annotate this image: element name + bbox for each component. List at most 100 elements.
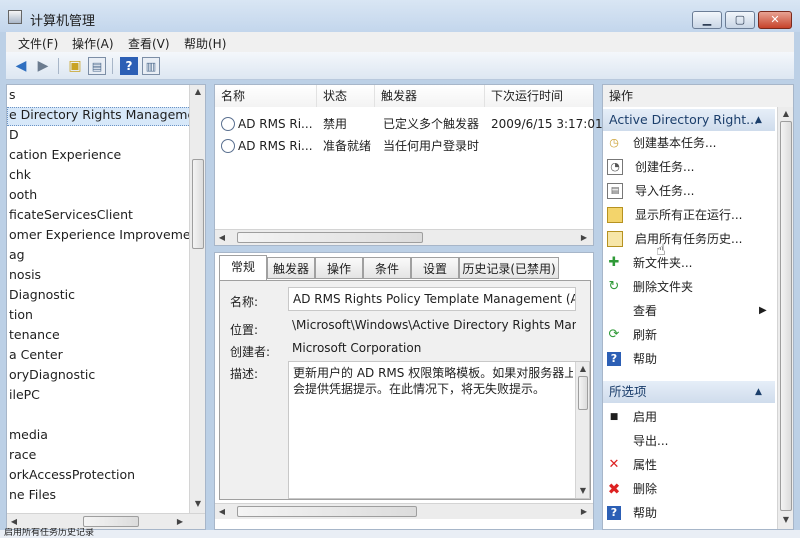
action-view[interactable]: 查看 ▶ bbox=[607, 299, 775, 323]
scroll-thumb[interactable] bbox=[192, 159, 204, 249]
tree-item[interactable]: Diagnostic bbox=[9, 285, 75, 305]
action-refresh[interactable]: ⟳ 刷新 bbox=[607, 323, 775, 347]
tree-item[interactable]: race bbox=[9, 445, 36, 465]
action-delete-folder[interactable]: ↻ 删除文件夹 bbox=[607, 275, 775, 299]
tree-item[interactable]: nosis bbox=[9, 265, 41, 285]
action-properties[interactable]: ✕ 属性 bbox=[607, 453, 775, 477]
description-field[interactable]: 更新用户的 AD RMS 权限策略模板。如果对服务器上模 会提供凭据提示。在此情… bbox=[288, 361, 590, 499]
show-hide-action-pane-icon[interactable]: ▥ bbox=[142, 57, 160, 75]
maximize-button[interactable]: ▢ bbox=[725, 11, 755, 29]
action-new-folder[interactable]: ✚ 新文件夹... bbox=[607, 251, 775, 275]
action-import-task[interactable]: ▤ 导入任务... bbox=[607, 179, 775, 203]
scroll-thumb[interactable] bbox=[83, 516, 139, 527]
tree-item-selected[interactable]: e Directory Rights Managemen bbox=[9, 105, 203, 125]
tree-vertical-scrollbar[interactable]: ▲ ▼ bbox=[189, 85, 205, 513]
scroll-thumb[interactable] bbox=[578, 376, 588, 410]
tree-item[interactable]: media bbox=[9, 425, 48, 445]
action-help-selected[interactable]: ? 帮助 bbox=[607, 501, 775, 525]
column-header-next-run[interactable]: 下次运行时间 bbox=[485, 85, 593, 107]
tab-conditions[interactable]: 条件 bbox=[363, 257, 411, 279]
section-title: Active Directory Right... bbox=[609, 112, 759, 127]
column-header-name[interactable]: 名称 bbox=[215, 85, 317, 107]
tab-history[interactable]: 历史记录(已禁用) bbox=[459, 257, 559, 279]
tab-actions[interactable]: 操作 bbox=[315, 257, 363, 279]
forward-arrow-icon[interactable]: ▶ bbox=[34, 57, 52, 75]
tree-item[interactable]: ag bbox=[9, 245, 25, 265]
scroll-up-icon[interactable]: ▲ bbox=[190, 87, 205, 96]
tree-item[interactable]: D bbox=[9, 125, 19, 145]
tree-item[interactable]: ficateServicesClient bbox=[9, 205, 133, 225]
scroll-right-icon[interactable]: ▶ bbox=[579, 233, 589, 242]
tree-item[interactable]: ilePC bbox=[9, 385, 40, 405]
list-horizontal-scrollbar[interactable]: ◀ ▶ bbox=[215, 229, 593, 245]
scroll-right-icon[interactable]: ▶ bbox=[579, 507, 589, 516]
tree-item[interactable]: chk bbox=[9, 165, 31, 185]
action-enable-history[interactable]: 启用所有任务历史... bbox=[607, 227, 775, 251]
actions-section-folder[interactable]: Active Directory Right... ▲ bbox=[603, 109, 775, 131]
task-list: 名称 状态 触发器 下次运行时间 AD RMS Ri... 禁用 已定义多个触发… bbox=[214, 84, 603, 246]
scroll-left-icon[interactable]: ◀ bbox=[217, 233, 227, 242]
tree-item[interactable]: oryDiagnostic bbox=[9, 365, 95, 385]
help-icon: ? bbox=[607, 351, 621, 366]
scroll-right-icon[interactable]: ▶ bbox=[175, 517, 185, 526]
up-folder-icon[interactable]: ▣ bbox=[66, 57, 84, 75]
action-create-basic-task[interactable]: ◷ 创建基本任务... bbox=[607, 131, 775, 155]
menu-action[interactable]: 操作(A) bbox=[72, 35, 114, 52]
scroll-thumb[interactable] bbox=[237, 232, 423, 243]
scroll-left-icon[interactable]: ◀ bbox=[9, 517, 19, 526]
tab-general[interactable]: 常规 bbox=[219, 255, 267, 281]
task-clock-icon bbox=[221, 116, 235, 131]
tree-item[interactable]: tion bbox=[9, 305, 33, 325]
action-export[interactable]: 导出... bbox=[607, 429, 775, 453]
menu-help[interactable]: 帮助(H) bbox=[184, 35, 226, 52]
collapse-icon[interactable]: ▲ bbox=[755, 381, 762, 403]
show-hide-tree-icon[interactable]: ▤ bbox=[88, 57, 106, 75]
tree-item[interactable]: ooth bbox=[9, 185, 37, 205]
scroll-left-icon[interactable]: ◀ bbox=[217, 507, 227, 516]
column-header-trigger[interactable]: 触发器 bbox=[375, 85, 485, 107]
tree-horizontal-scrollbar[interactable]: ◀ ▶ bbox=[7, 513, 205, 529]
action-create-task[interactable]: ◔ 创建任务... bbox=[607, 155, 775, 179]
menu-file[interactable]: 文件(F) bbox=[18, 35, 58, 52]
column-header-status[interactable]: 状态 bbox=[317, 85, 375, 107]
scroll-up-icon[interactable]: ▲ bbox=[778, 109, 794, 118]
task-next-run: 2009/6/15 3:17:01 bbox=[491, 117, 603, 131]
action-delete[interactable]: ✖ 删除 bbox=[607, 477, 775, 501]
name-field[interactable]: AD RMS Rights Policy Template Management… bbox=[288, 287, 576, 311]
menu-view[interactable]: 查看(V) bbox=[128, 35, 170, 52]
task-clock-icon bbox=[221, 138, 235, 153]
table-row[interactable]: AD RMS Ri... 禁用 已定义多个触发器 2009/6/15 3:17:… bbox=[215, 113, 603, 135]
action-enable[interactable]: ■ 启用 bbox=[607, 405, 775, 429]
details-horizontal-scrollbar[interactable]: ◀ ▶ bbox=[215, 503, 593, 519]
tree-item[interactable]: orkAccessProtection bbox=[9, 465, 135, 485]
help-icon[interactable]: ? bbox=[120, 57, 138, 75]
scroll-down-icon[interactable]: ▼ bbox=[190, 499, 205, 508]
submenu-arrow-icon: ▶ bbox=[759, 305, 767, 316]
scroll-thumb[interactable] bbox=[780, 121, 792, 511]
scroll-up-icon[interactable]: ▲ bbox=[576, 364, 590, 373]
actions-vertical-scrollbar[interactable]: ▲ ▼ bbox=[777, 107, 793, 529]
tree-item[interactable]: s bbox=[9, 85, 16, 105]
scroll-thumb[interactable] bbox=[237, 506, 417, 517]
table-row[interactable]: AD RMS Ri... 准备就绪 当任何用户登录时 bbox=[215, 135, 577, 157]
tab-triggers[interactable]: 触发器 bbox=[267, 257, 315, 279]
actions-section-selected[interactable]: 所选项 ▲ bbox=[603, 381, 775, 403]
tree-item[interactable]: ne Files bbox=[9, 485, 56, 505]
tree-item[interactable]: tenance bbox=[9, 325, 60, 345]
scroll-down-icon[interactable]: ▼ bbox=[778, 515, 794, 524]
tab-settings[interactable]: 设置 bbox=[411, 257, 459, 279]
back-arrow-icon[interactable]: ◀ bbox=[12, 57, 30, 75]
action-display-running[interactable]: 显示所有正在运行... bbox=[607, 203, 775, 227]
collapse-icon[interactable]: ▲ bbox=[755, 109, 762, 131]
action-help[interactable]: ? 帮助 bbox=[607, 347, 775, 371]
task-name: AD RMS Ri... bbox=[238, 139, 313, 153]
create-task-icon: ◔ bbox=[607, 158, 623, 175]
close-button[interactable]: ✕ bbox=[758, 11, 792, 29]
description-scrollbar[interactable]: ▲ ▼ bbox=[575, 362, 589, 498]
scroll-down-icon[interactable]: ▼ bbox=[576, 486, 590, 495]
tree-item[interactable]: a Center bbox=[9, 345, 63, 365]
blank-icon bbox=[607, 304, 621, 318]
tree-item[interactable]: cation Experience bbox=[9, 145, 121, 165]
minimize-button[interactable]: ▁ bbox=[692, 11, 722, 29]
tree-item[interactable]: omer Experience Improvement bbox=[9, 225, 203, 245]
